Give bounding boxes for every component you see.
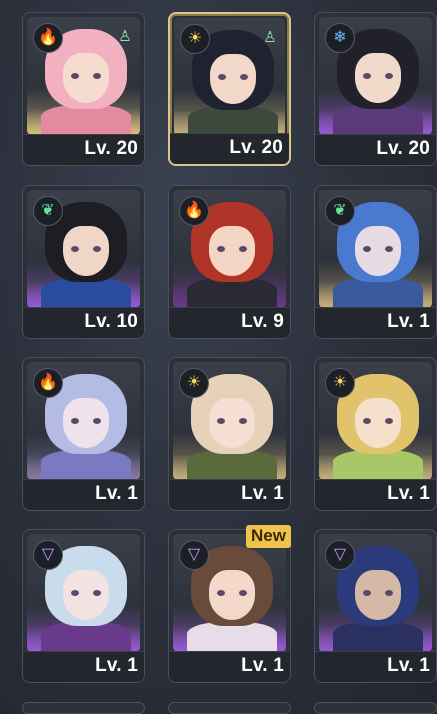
light-element-icon: ☀ <box>325 368 355 398</box>
character-card[interactable]: ❄ Lv. 20 <box>314 12 437 166</box>
character-portrait: ▽ <box>27 534 140 652</box>
character-card[interactable]: 🔥 ♙ Lv. 20 <box>22 12 145 166</box>
level-bar: Lv. 10 <box>23 307 144 338</box>
character-card[interactable]: 🔥 Lv. 1 <box>22 357 145 511</box>
character-portrait: 🔥 <box>173 190 286 308</box>
character-card[interactable]: ▽ Lv. 1 <box>314 529 437 683</box>
character-card[interactable]: ▽ Lv. 1 <box>168 529 291 683</box>
level-bar: Lv. 1 <box>169 479 290 510</box>
fire-element-icon: 🔥 <box>33 368 63 398</box>
character-card[interactable]: ☀ Lv. 1 <box>314 357 437 511</box>
character-portrait: ☀ <box>319 362 432 480</box>
character-level: Lv. 9 <box>241 311 284 332</box>
character-roster-grid: 🔥 ♙ Lv. 20 ☀ ♙ Lv. 20 ❄ Lv. 20 ❦ Lv. 10 🔥 Lv. 9 ❦ Lv.… <box>0 0 437 714</box>
character-portrait: 🔥 ♙ <box>27 17 140 135</box>
character-card[interactable]: ▽ Lv. 1 <box>22 529 145 683</box>
character-portrait: ☀ ♙ <box>174 18 285 136</box>
light-element-icon: ☀ <box>180 24 210 54</box>
level-bar: Lv. 1 <box>23 479 144 510</box>
character-level: Lv. 20 <box>84 138 138 159</box>
character-level: Lv. 1 <box>387 311 430 332</box>
level-bar: Lv. 1 <box>315 307 436 338</box>
void-element-icon: ▽ <box>325 540 355 570</box>
character-card[interactable]: ❦ Lv. 1 <box>314 185 437 339</box>
character-portrait: ▽ <box>173 534 286 652</box>
character-level: Lv. 1 <box>241 483 284 504</box>
character-level: Lv. 20 <box>229 137 283 158</box>
level-bar: Lv. 20 <box>170 133 289 164</box>
character-card[interactable]: ☀ ♙ Lv. 20 <box>168 12 291 166</box>
level-bar: Lv. 9 <box>169 307 290 338</box>
character-portrait: ❦ <box>27 190 140 308</box>
character-level: Lv. 10 <box>84 311 138 332</box>
character-portrait: ❦ <box>319 190 432 308</box>
level-bar: Lv. 1 <box>315 479 436 510</box>
wind-element-icon: ❦ <box>325 196 355 226</box>
void-element-icon: ▽ <box>179 540 209 570</box>
level-bar: Lv. 1 <box>169 651 290 682</box>
new-badge: New <box>246 525 291 548</box>
fire-element-icon: 🔥 <box>33 23 63 53</box>
void-element-icon: ▽ <box>33 540 63 570</box>
character-level: Lv. 1 <box>241 655 284 676</box>
character-portrait: 🔥 <box>27 362 140 480</box>
support-role-icon: ♙ <box>263 29 277 46</box>
wind-element-icon: ❦ <box>33 196 63 226</box>
character-card[interactable]: ☀ Lv. 1 <box>168 357 291 511</box>
level-bar: Lv. 20 <box>23 134 144 165</box>
character-card[interactable]: 🔥 Lv. 9 <box>168 185 291 339</box>
character-level: Lv. 1 <box>95 655 138 676</box>
fire-element-icon: 🔥 <box>179 196 209 226</box>
level-bar: Lv. 20 <box>315 134 436 165</box>
character-portrait: ❄ <box>319 17 432 135</box>
character-card-partial[interactable] <box>314 702 437 714</box>
character-portrait: ☀ <box>173 362 286 480</box>
character-card[interactable]: ❦ Lv. 10 <box>22 185 145 339</box>
character-level: Lv. 1 <box>95 483 138 504</box>
character-level: Lv. 1 <box>387 483 430 504</box>
character-portrait: ▽ <box>319 534 432 652</box>
character-card-partial[interactable] <box>22 702 145 714</box>
character-card-partial[interactable] <box>168 702 291 714</box>
level-bar: Lv. 1 <box>23 651 144 682</box>
level-bar: Lv. 1 <box>315 651 436 682</box>
light-element-icon: ☀ <box>179 368 209 398</box>
ice-element-icon: ❄ <box>325 23 355 53</box>
character-level: Lv. 20 <box>376 138 430 159</box>
support-role-icon: ♙ <box>118 28 132 45</box>
character-level: Lv. 1 <box>387 655 430 676</box>
